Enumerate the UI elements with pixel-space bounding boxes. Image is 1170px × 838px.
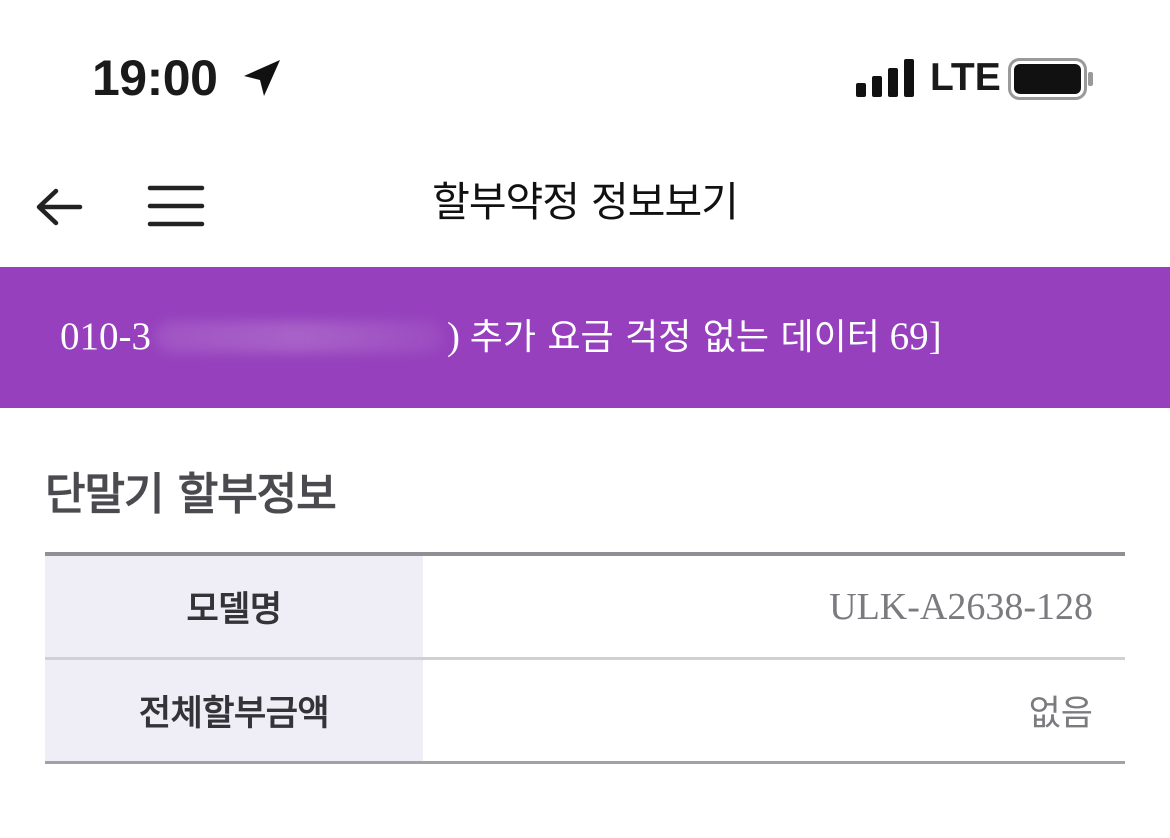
status-time: 19:00: [92, 50, 218, 106]
line-banner: 010-3) 추가 요금 걱정 없는 데이터 69]: [0, 267, 1170, 408]
table-row: 모델명 ULK-A2638-128: [45, 556, 1125, 657]
total-installment-label: 전체할부금액: [45, 660, 423, 761]
battery-full-icon: [1008, 58, 1093, 100]
plan-suffix: 69]: [889, 315, 942, 358]
phone-number-prefix: 010-3: [60, 315, 151, 358]
signal-bars-icon: [856, 59, 914, 97]
status-bar: 19:00 LTE: [0, 0, 1170, 150]
line-banner-text: 010-3) 추가 요금 걱정 없는 데이터 69]: [60, 311, 942, 364]
phone-number-suffix: ): [447, 315, 460, 358]
model-name-value: ULK-A2638-128: [423, 556, 1125, 657]
total-installment-value: 없음: [423, 660, 1125, 761]
model-name-label: 모델명: [45, 556, 423, 657]
app-header: 할부약정 정보보기: [0, 150, 1170, 267]
section-title: 단말기 할부정보: [45, 469, 337, 520]
page-title: 할부약정 정보보기: [432, 178, 739, 226]
location-arrow-icon: [244, 60, 280, 96]
plan-name: 추가 요금 걱정 없는 데이터: [469, 317, 880, 358]
masked-phone-number: [151, 317, 447, 357]
installment-info-table: 모델명 ULK-A2638-128 전체할부금액 없음: [45, 552, 1125, 764]
table-row: 전체할부금액 없음: [45, 657, 1125, 761]
network-label: LTE: [930, 56, 1001, 99]
